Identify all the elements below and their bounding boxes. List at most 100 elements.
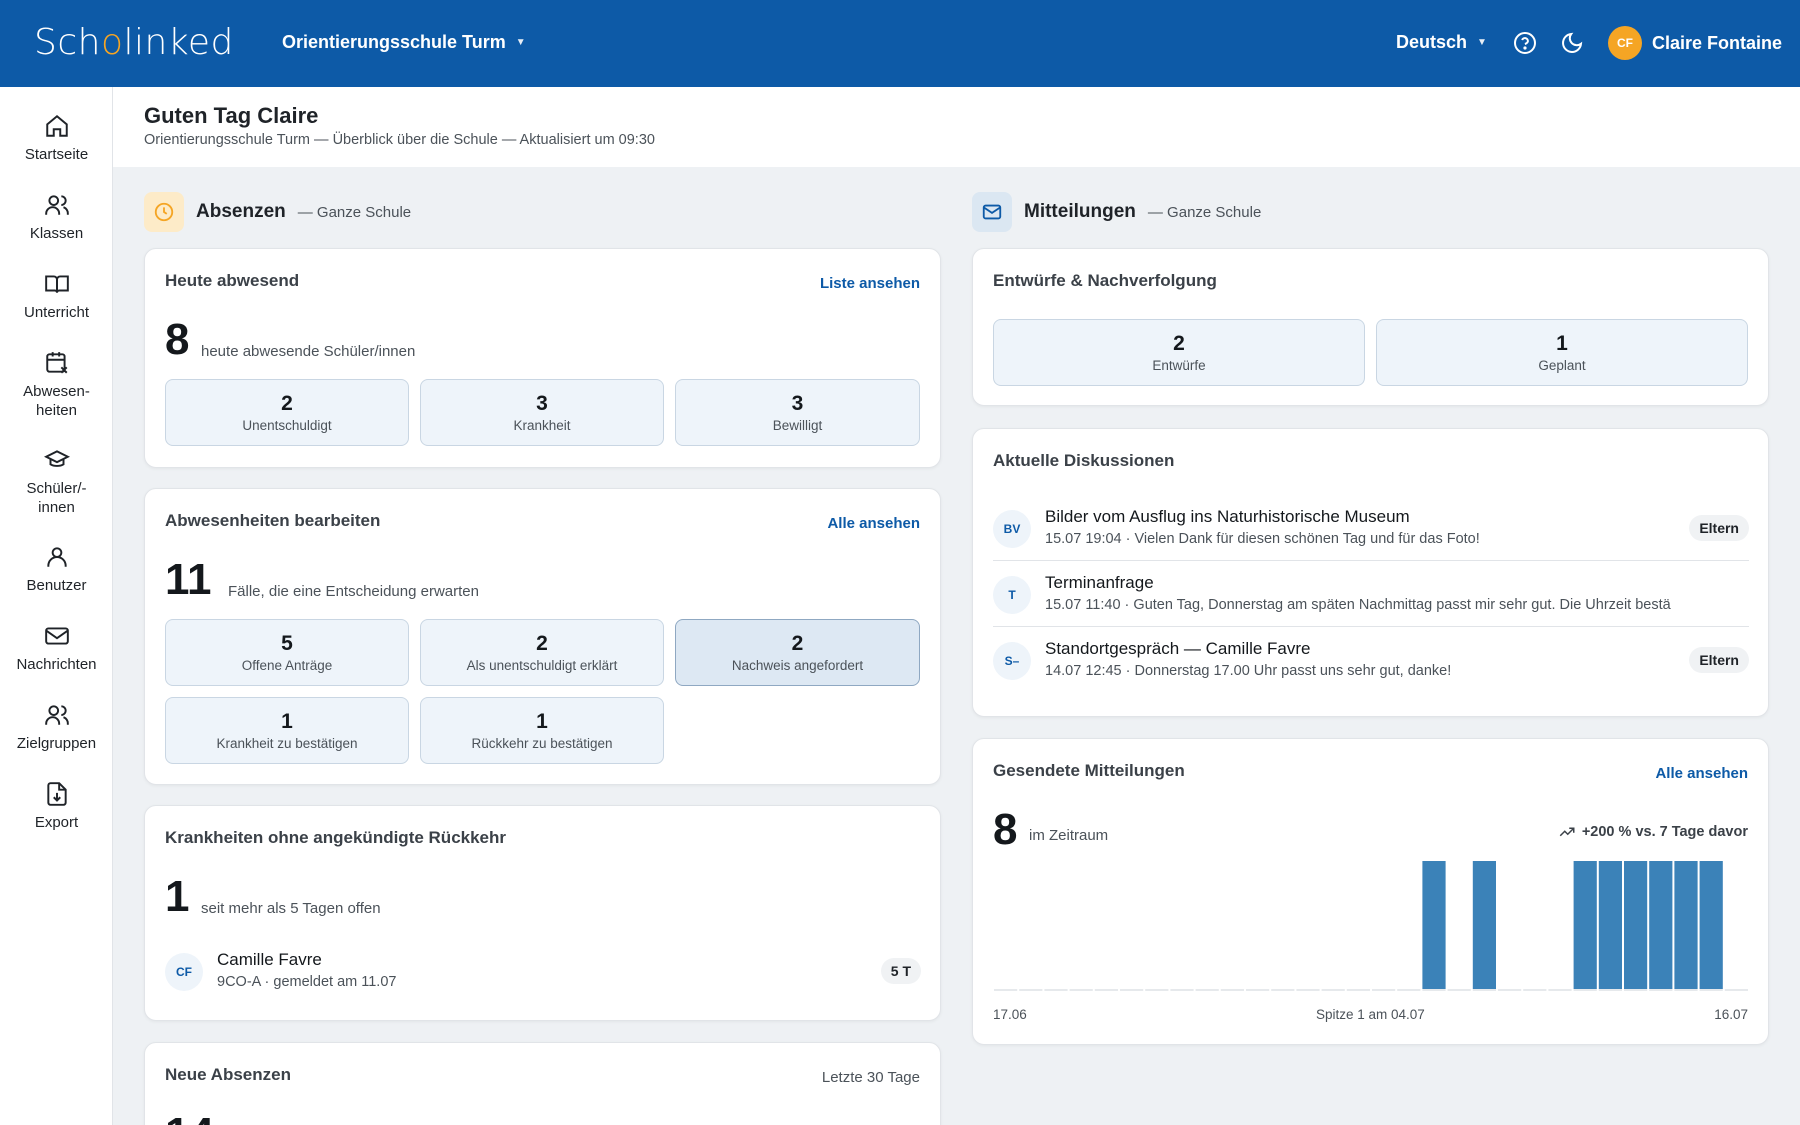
sidebar-item-label: Export — [34, 814, 79, 831]
avatar: BV — [993, 510, 1031, 548]
chart-bar-06.07[interactable] — [1472, 861, 1496, 989]
logo-text: Sch — [34, 22, 101, 63]
discussion-preview: 15.07 19:04 · Vielen Dank für diesen sch… — [1045, 531, 1480, 547]
tile-unentschuldigt[interactable]: 2 Unentschuldigt — [165, 379, 409, 446]
tile-unentschuldigt-erklaert[interactable]: 2 Als unentschuldigt erklärt — [420, 619, 664, 686]
chart-baseline-segment — [1649, 989, 1673, 991]
moon-icon[interactable] — [1559, 30, 1585, 56]
view-list-link[interactable]: Liste ansehen — [820, 275, 920, 292]
sidebar-item-label: Nachrichten — [16, 656, 97, 673]
sidebar-item-label: Benutzer — [26, 577, 87, 594]
view-all-link[interactable]: Alle ansehen — [827, 515, 920, 532]
sidebar-item-label: Unterricht — [23, 304, 90, 321]
absent-count-desc: heute abwesende Schüler/innen — [201, 343, 416, 360]
mail-icon — [44, 627, 69, 645]
tile-value: 1 — [536, 710, 548, 733]
chart-baseline-segment — [1674, 989, 1698, 991]
chart-bar-12.07[interactable] — [1624, 861, 1648, 989]
chart-baseline-segment — [1447, 989, 1471, 991]
home-icon — [45, 114, 68, 137]
school-name: Orientierungsschule Turm — [282, 32, 506, 52]
new-absences-count: 14 — [165, 1109, 214, 1125]
tile-label: Als unentschuldigt erklärt — [466, 658, 618, 673]
chart-baseline-segment — [1220, 989, 1244, 991]
sidebar-item-startseite[interactable]: Startseite — [0, 113, 113, 164]
logo-bubble: o — [100, 22, 124, 63]
chart-bar-13.07[interactable] — [1649, 861, 1673, 989]
tile-nachweis-angefordert[interactable]: 2 Nachweis angefordert — [675, 619, 920, 686]
language-selector[interactable]: Deutsch ▼ — [1396, 32, 1487, 53]
discussion-item[interactable]: BV Bilder vom Ausflug ins Naturhistorisc… — [993, 495, 1749, 561]
today-absent-card: Heute abwesend Liste ansehen 8 heute abw… — [144, 248, 941, 468]
axis-end-label: 16.07 — [1714, 1007, 1748, 1022]
top-bar: Scholinked Orientierungsschule Turm ▼ De… — [0, 0, 1800, 87]
mail-icon — [972, 192, 1012, 232]
chart-baseline-segment — [994, 989, 1018, 991]
file-download-icon — [46, 782, 67, 806]
tile-krankheit-bestaetigen[interactable]: 1 Krankheit zu bestätigen — [165, 697, 409, 764]
sidebar-item-benutzer[interactable]: Benutzer — [0, 544, 113, 595]
audience-badge: Eltern — [1689, 647, 1749, 673]
tile-offene-antraege[interactable]: 5 Offene Anträge — [165, 619, 409, 686]
chart-baseline-segment — [1422, 989, 1446, 991]
drafts-card: Entwürfe & Nachverfolgung 2 Entwürfe 1 G… — [972, 248, 1769, 406]
caret-down-icon: ▼ — [1477, 37, 1487, 48]
tile-entwuerfe[interactable]: 2 Entwürfe — [993, 319, 1365, 386]
chart-bar-15.07[interactable] — [1699, 861, 1723, 989]
chart-baseline-segment — [1472, 989, 1496, 991]
tile-rueckkehr-bestaetigen[interactable]: 1 Rückkehr zu bestätigen — [420, 697, 664, 764]
view-all-link[interactable]: Alle ansehen — [1655, 765, 1748, 782]
calendar-x-icon — [45, 352, 67, 374]
chart-baseline-segment — [1019, 989, 1043, 991]
sidebar-item-label: Schüler/- innen — [26, 480, 87, 516]
chart-bar-10.07[interactable] — [1573, 861, 1597, 989]
book-icon — [44, 275, 69, 293]
absences-section-header: Absenzen — Ganze Schule — [144, 192, 411, 232]
sidebar-item-nachrichten[interactable]: Nachrichten — [0, 623, 113, 674]
user-group-icon — [44, 705, 69, 725]
tile-label: Nachweis angefordert — [731, 658, 864, 673]
audience-badge: Eltern — [1689, 515, 1749, 541]
tile-label: Rückkehr zu bestätigen — [471, 736, 613, 751]
chart-bar-14.07[interactable] — [1674, 861, 1698, 989]
sidebar-item-abwesenheiten[interactable]: Abwesen- heiten — [0, 350, 113, 420]
user-name: Claire Fontaine — [1652, 32, 1783, 53]
sidebar-item-export[interactable]: Export — [0, 781, 113, 832]
avatar: CF — [1608, 26, 1642, 60]
logo-text: linked — [123, 22, 234, 63]
discussion-item[interactable]: S– Standortgespräch — Camille Favre 14.0… — [993, 627, 1749, 693]
chart-bar-04.07[interactable] — [1422, 861, 1446, 989]
chart-baseline-segment — [1498, 989, 1522, 991]
help-circle-icon[interactable] — [1512, 30, 1538, 56]
discussion-preview: 15.07 11:40 · Guten Tag, Donnerstag am s… — [1045, 597, 1671, 613]
discussion-item[interactable]: T Terminanfrage 15.07 11:40 · Guten Tag,… — [993, 561, 1749, 627]
new-absences-card: Neue Absenzen Letzte 30 Tage 14 — [144, 1042, 941, 1125]
sent-messages-chart — [994, 861, 1748, 991]
page-title: Guten Tag Claire — [144, 103, 319, 128]
school-selector[interactable]: Orientierungsschule Turm ▼ — [282, 32, 526, 53]
student-name: Camille Favre — [217, 950, 322, 969]
section-scope: — Ganze Schule — [1147, 203, 1262, 221]
sent-count: 8 — [993, 805, 1018, 854]
avatar: T — [993, 576, 1031, 614]
sidebar-item-klassen[interactable]: Klassen — [0, 192, 113, 243]
card-title: Neue Absenzen — [165, 1065, 291, 1084]
chart-baseline-segment — [1523, 989, 1547, 991]
tile-bewilligt[interactable]: 3 Bewilligt — [675, 379, 920, 446]
absent-count: 8 — [165, 315, 190, 364]
app-logo[interactable]: Scholinked — [34, 22, 234, 63]
period-label: Letzte 30 Tage — [821, 1069, 920, 1086]
chart-bar-11.07[interactable] — [1598, 861, 1622, 989]
tile-krankheit[interactable]: 3 Krankheit — [420, 379, 664, 446]
tile-geplant[interactable]: 1 Geplant — [1376, 319, 1748, 386]
sidebar-item-zielgruppen[interactable]: Zielgruppen — [0, 702, 113, 753]
tile-label: Bewilligt — [772, 418, 823, 433]
sidebar-item-unterricht[interactable]: Unterricht — [0, 271, 113, 322]
list-item[interactable]: CF Camille Favre 9CO-A · gemeldet am 11.… — [165, 938, 921, 1004]
avatar: S– — [993, 642, 1031, 680]
user-menu[interactable]: CF Claire Fontaine — [1608, 26, 1782, 60]
chart-baseline-segment — [1372, 989, 1396, 991]
sidebar-item-schueler[interactable]: Schüler/- innen — [0, 447, 113, 517]
chart-baseline-segment — [1296, 989, 1320, 991]
sidebar: Startseite Klassen Unterricht Abwesen- h… — [0, 87, 113, 1125]
